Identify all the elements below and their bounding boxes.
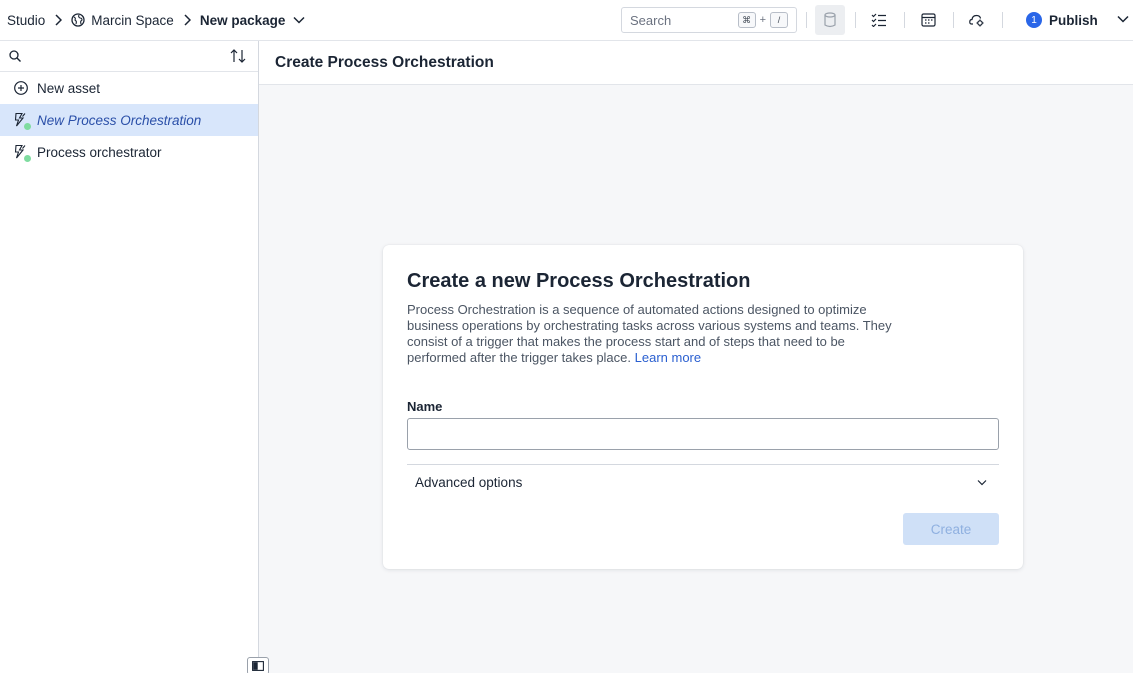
database-icon[interactable] xyxy=(815,5,845,35)
toolbar-divider xyxy=(1002,12,1003,28)
breadcrumb-space-label: Marcin Space xyxy=(91,12,174,28)
sidebar-item-new-asset[interactable]: New asset xyxy=(0,72,258,104)
toolbar-divider xyxy=(806,12,807,28)
name-label: Name xyxy=(407,399,443,414)
divider xyxy=(407,464,999,465)
breadcrumb-studio[interactable]: Studio xyxy=(7,13,45,28)
calendar-icon[interactable] xyxy=(913,5,943,35)
sidebar-item-label: New asset xyxy=(37,80,101,96)
search-icon xyxy=(9,50,21,65)
breadcrumb: Studio Marcin Space New package xyxy=(7,0,305,40)
shortcut-key-cmd: ⌘ xyxy=(737,12,756,28)
sidebar-item-new-process-orchestration[interactable]: New Process Orchestration xyxy=(0,104,258,136)
sidebar-search-input[interactable] xyxy=(26,46,216,66)
chevron-down-icon xyxy=(977,479,987,486)
sidebar-item-label: New Process Orchestration xyxy=(37,112,202,128)
publish-label: Publish xyxy=(1049,12,1098,28)
add-circle-icon xyxy=(13,80,31,98)
globe-icon xyxy=(71,13,85,27)
publish-button[interactable]: 1 Publish xyxy=(1023,5,1098,35)
breadcrumb-package-label: New package xyxy=(199,12,286,28)
create-card: Create a new Process Orchestration Proce… xyxy=(383,245,1023,569)
chevron-down-icon[interactable] xyxy=(1117,11,1129,26)
collapse-sidebar-icon[interactable] xyxy=(247,657,269,673)
process-orchestration-icon xyxy=(13,144,31,162)
search-placeholder: Search xyxy=(630,12,672,28)
learn-more-link[interactable]: Learn more xyxy=(635,350,701,365)
status-dot xyxy=(24,123,31,130)
advanced-options-label: Advanced options xyxy=(415,474,523,490)
breadcrumb-space[interactable]: Marcin Space xyxy=(71,13,174,28)
toolbar-divider xyxy=(953,12,954,28)
chevron-right-icon xyxy=(174,14,200,26)
chevron-right-icon xyxy=(45,14,71,26)
toolbar-divider xyxy=(855,12,856,28)
main-content: Create Process Orchestration Create a ne… xyxy=(259,41,1133,673)
toolbar-divider xyxy=(904,12,905,28)
main-header: Create Process Orchestration xyxy=(259,41,1133,85)
card-title: Create a new Process Orchestration xyxy=(407,270,751,292)
top-bar: Studio Marcin Space New package Search ⌘… xyxy=(0,0,1133,41)
sidebar-item-label: Process orchestrator xyxy=(37,144,162,160)
name-input[interactable] xyxy=(407,418,999,450)
page-title: Create Process Orchestration xyxy=(275,53,494,71)
cloud-settings-icon[interactable] xyxy=(962,5,992,35)
breadcrumb-package[interactable]: New package xyxy=(200,13,306,28)
shortcut-plus: + xyxy=(759,14,766,26)
advanced-options-toggle[interactable]: Advanced options xyxy=(407,466,999,498)
sort-icon[interactable] xyxy=(230,49,246,66)
create-button[interactable]: Create xyxy=(903,513,999,545)
sidebar-search xyxy=(0,41,258,72)
publish-count-badge: 1 xyxy=(1026,12,1042,28)
shortcut-key-slash: / xyxy=(770,12,788,28)
global-search-input[interactable]: Search ⌘ + / xyxy=(621,7,797,33)
search-shortcut: ⌘ + / xyxy=(737,12,788,28)
status-dot xyxy=(24,155,31,162)
checklist-icon[interactable] xyxy=(864,5,894,35)
sidebar: New asset New Process Orchestration Proc… xyxy=(0,41,259,673)
chevron-down-icon xyxy=(293,16,305,24)
sidebar-item-process-orchestrator[interactable]: Process orchestrator xyxy=(0,136,258,168)
process-orchestration-icon xyxy=(13,112,31,130)
card-description: Process Orchestration is a sequence of a… xyxy=(407,302,907,366)
